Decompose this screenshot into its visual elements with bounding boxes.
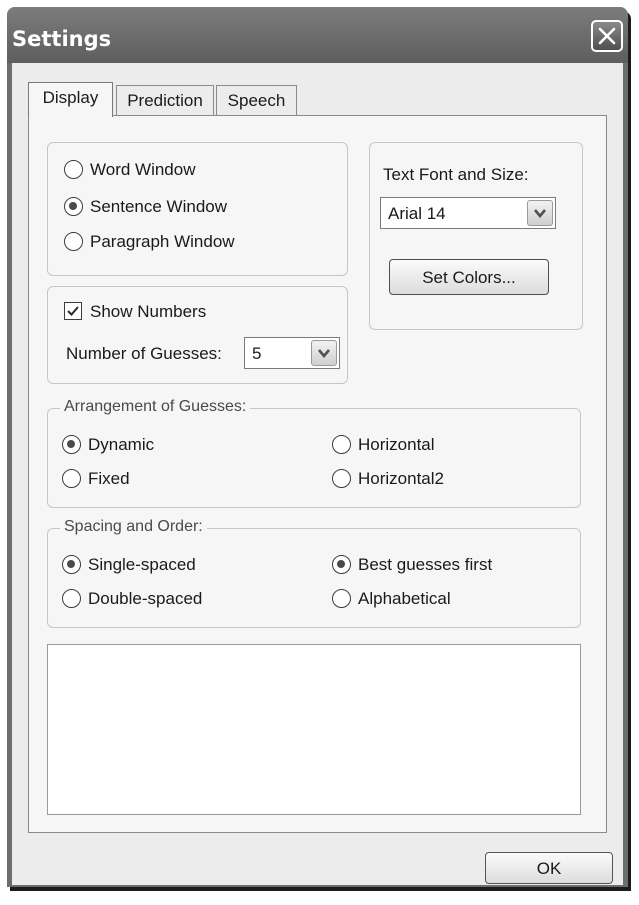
font-group: Text Font and Size: Arial 14 Set Colors.… — [369, 142, 583, 330]
settings-dialog: Settings Display Prediction Speech Word … — [7, 7, 628, 887]
radio-label: Sentence Window — [90, 197, 228, 216]
radio-circle — [62, 589, 81, 608]
radio-label: Single-spaced — [88, 555, 196, 574]
radio-circle — [62, 435, 81, 454]
radio-circle — [64, 197, 83, 216]
tab-prediction[interactable]: Prediction — [116, 85, 214, 115]
display-tab-panel: Word Window Sentence Window Paragraph Wi… — [28, 115, 607, 833]
checkbox-label: Show Numbers — [90, 302, 207, 321]
guesses-select[interactable]: 5 — [244, 337, 340, 369]
spacing-legend: Spacing and Order: — [60, 518, 207, 536]
guesses-select-value: 5 — [252, 344, 262, 363]
window-type-group: Word Window Sentence Window Paragraph Wi… — [47, 142, 348, 276]
radio-circle — [332, 469, 351, 488]
spacing-group: Spacing and Order: Single-spaced Double-… — [47, 518, 581, 628]
radio-label: Alphabetical — [358, 589, 451, 608]
font-select-value: Arial 14 — [388, 204, 446, 223]
title-bar[interactable]: Settings — [7, 7, 628, 63]
radio-circle — [332, 589, 351, 608]
arrangement-legend: Arrangement of Guesses: — [60, 398, 251, 416]
chevron-down-icon — [318, 349, 330, 358]
radio-label: Horizontal2 — [358, 469, 444, 488]
dialog-body: Display Prediction Speech Word Window Se… — [12, 63, 623, 885]
close-icon — [598, 27, 616, 45]
ok-button[interactable]: OK — [485, 852, 613, 884]
tab-display[interactable]: Display — [28, 82, 113, 117]
radio-circle — [62, 555, 81, 574]
checkmark-icon — [67, 306, 79, 316]
radio-label: Horizontal — [358, 435, 435, 454]
preview-area — [47, 644, 581, 815]
close-button[interactable] — [591, 20, 623, 52]
radio-label: Dynamic — [88, 435, 155, 454]
checkbox-box — [64, 302, 82, 320]
radio-circle — [64, 160, 83, 179]
numbers-group: Show Numbers Number of Guesses: 5 — [47, 286, 348, 384]
radio-circle — [62, 469, 81, 488]
set-colors-button[interactable]: Set Colors... — [389, 259, 549, 295]
font-select-dropdown-button[interactable] — [527, 200, 553, 226]
radio-label: Fixed — [88, 469, 130, 488]
radio-label: Paragraph Window — [90, 232, 235, 251]
tab-speech[interactable]: Speech — [216, 85, 297, 115]
arrangement-group: Arrangement of Guesses: Dynamic Fixed Ho… — [47, 398, 581, 508]
window-title: Settings — [12, 27, 112, 51]
radio-circle — [332, 435, 351, 454]
radio-label: Double-spaced — [88, 589, 203, 608]
radio-circle — [332, 555, 351, 574]
guesses-label: Number of Guesses: — [66, 344, 222, 363]
radio-circle — [64, 232, 83, 251]
font-select[interactable]: Arial 14 — [380, 197, 556, 229]
font-label: Text Font and Size: — [383, 165, 529, 184]
chevron-down-icon — [534, 209, 546, 218]
radio-label: Best guesses first — [358, 555, 493, 574]
guesses-select-dropdown-button[interactable] — [311, 340, 337, 366]
radio-label: Word Window — [90, 160, 196, 179]
